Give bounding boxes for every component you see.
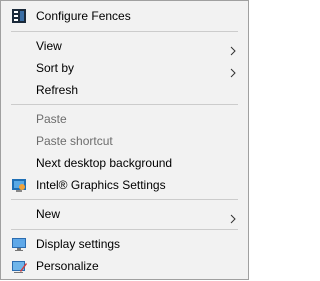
menu-item-label: Paste shortcut xyxy=(36,134,113,148)
menu-item-label: Refresh xyxy=(36,83,79,97)
personalize-icon xyxy=(11,258,27,274)
menu-item-new[interactable]: New xyxy=(2,203,247,225)
desktop-context-menu: Configure Fences View Sort by Refresh Pa… xyxy=(0,0,249,280)
menu-item-label: Configure Fences xyxy=(36,9,131,23)
menu-item-intel-graphics-settings[interactable]: Intel® Graphics Settings xyxy=(2,174,247,196)
menu-item-sort-by[interactable]: Sort by xyxy=(2,57,247,79)
menu-separator xyxy=(11,31,238,32)
menu-item-paste-shortcut: Paste shortcut xyxy=(2,130,247,152)
menu-item-configure-fences[interactable]: Configure Fences xyxy=(2,5,247,27)
menu-item-next-desktop-background[interactable]: Next desktop background xyxy=(2,152,247,174)
menu-item-label: Sort by xyxy=(36,61,75,75)
menu-separator xyxy=(11,104,238,105)
menu-item-personalize[interactable]: Personalize xyxy=(2,255,247,277)
menu-item-display-settings[interactable]: Display settings xyxy=(2,233,247,255)
display-icon xyxy=(11,236,27,252)
menu-item-paste: Paste xyxy=(2,108,247,130)
menu-item-label: Next desktop background xyxy=(36,156,173,170)
intel-graphics-icon xyxy=(11,177,27,193)
menu-item-label: Paste xyxy=(36,112,67,126)
chevron-right-icon xyxy=(228,63,238,78)
chevron-right-icon xyxy=(228,41,238,56)
menu-item-label: Display settings xyxy=(36,237,121,251)
menu-item-refresh[interactable]: Refresh xyxy=(2,79,247,101)
chevron-right-icon xyxy=(228,209,238,224)
fences-icon xyxy=(11,8,27,24)
menu-item-label: New xyxy=(36,207,61,221)
menu-item-label: Personalize xyxy=(36,259,99,273)
menu-item-view[interactable]: View xyxy=(2,35,247,57)
menu-item-label: Intel® Graphics Settings xyxy=(36,178,166,192)
menu-separator xyxy=(11,229,238,230)
menu-item-label: View xyxy=(36,39,62,53)
menu-separator xyxy=(11,199,238,200)
